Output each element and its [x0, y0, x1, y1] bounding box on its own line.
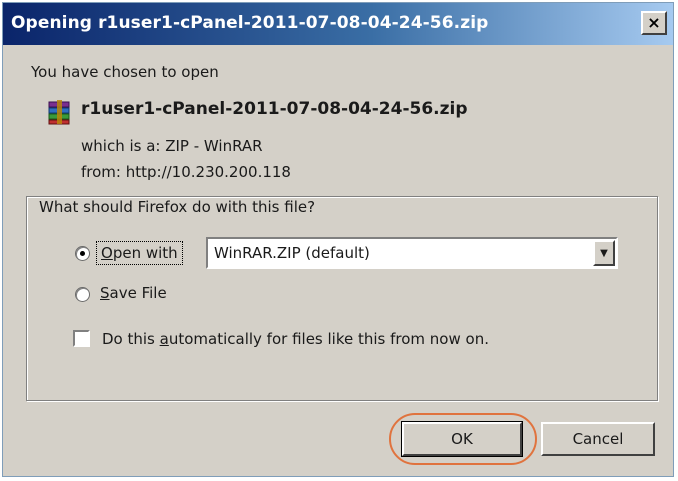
file-name: r1user1-cPanel-2011-07-08-04-24-56.zip	[81, 99, 468, 119]
save-file-radio[interactable]	[75, 287, 90, 302]
open-with-label[interactable]: Open with	[96, 241, 183, 265]
file-type-info: which is a: ZIP - WinRAR	[81, 137, 263, 155]
winrar-archive-icon	[48, 100, 70, 125]
cancel-button[interactable]: Cancel	[541, 422, 655, 456]
open-with-app-select[interactable]: WinRAR.ZIP (default) ▼	[206, 237, 618, 269]
open-with-radio[interactable]	[75, 246, 90, 261]
close-button[interactable]: ×	[641, 11, 667, 35]
open-with-app-value: WinRAR.ZIP (default)	[214, 244, 370, 262]
auto-action-label[interactable]: Do this automatically for files like thi…	[102, 330, 489, 348]
action-group-legend: What should Firefox do with this file?	[36, 198, 319, 216]
chosen-to-open-label: You have chosen to open	[31, 63, 219, 81]
close-icon: ×	[647, 13, 661, 32]
window-title: Opening r1user1-cPanel-2011-07-08-04-24-…	[11, 13, 489, 33]
save-file-label[interactable]: Save File	[100, 284, 167, 302]
dropdown-arrow-icon[interactable]: ▼	[593, 240, 615, 266]
title-bar[interactable]: Opening r1user1-cPanel-2011-07-08-04-24-…	[3, 3, 673, 45]
ok-button[interactable]: OK	[401, 421, 523, 457]
auto-action-checkbox[interactable]	[73, 330, 90, 347]
file-source-info: from: http://10.230.200.118	[81, 163, 291, 181]
